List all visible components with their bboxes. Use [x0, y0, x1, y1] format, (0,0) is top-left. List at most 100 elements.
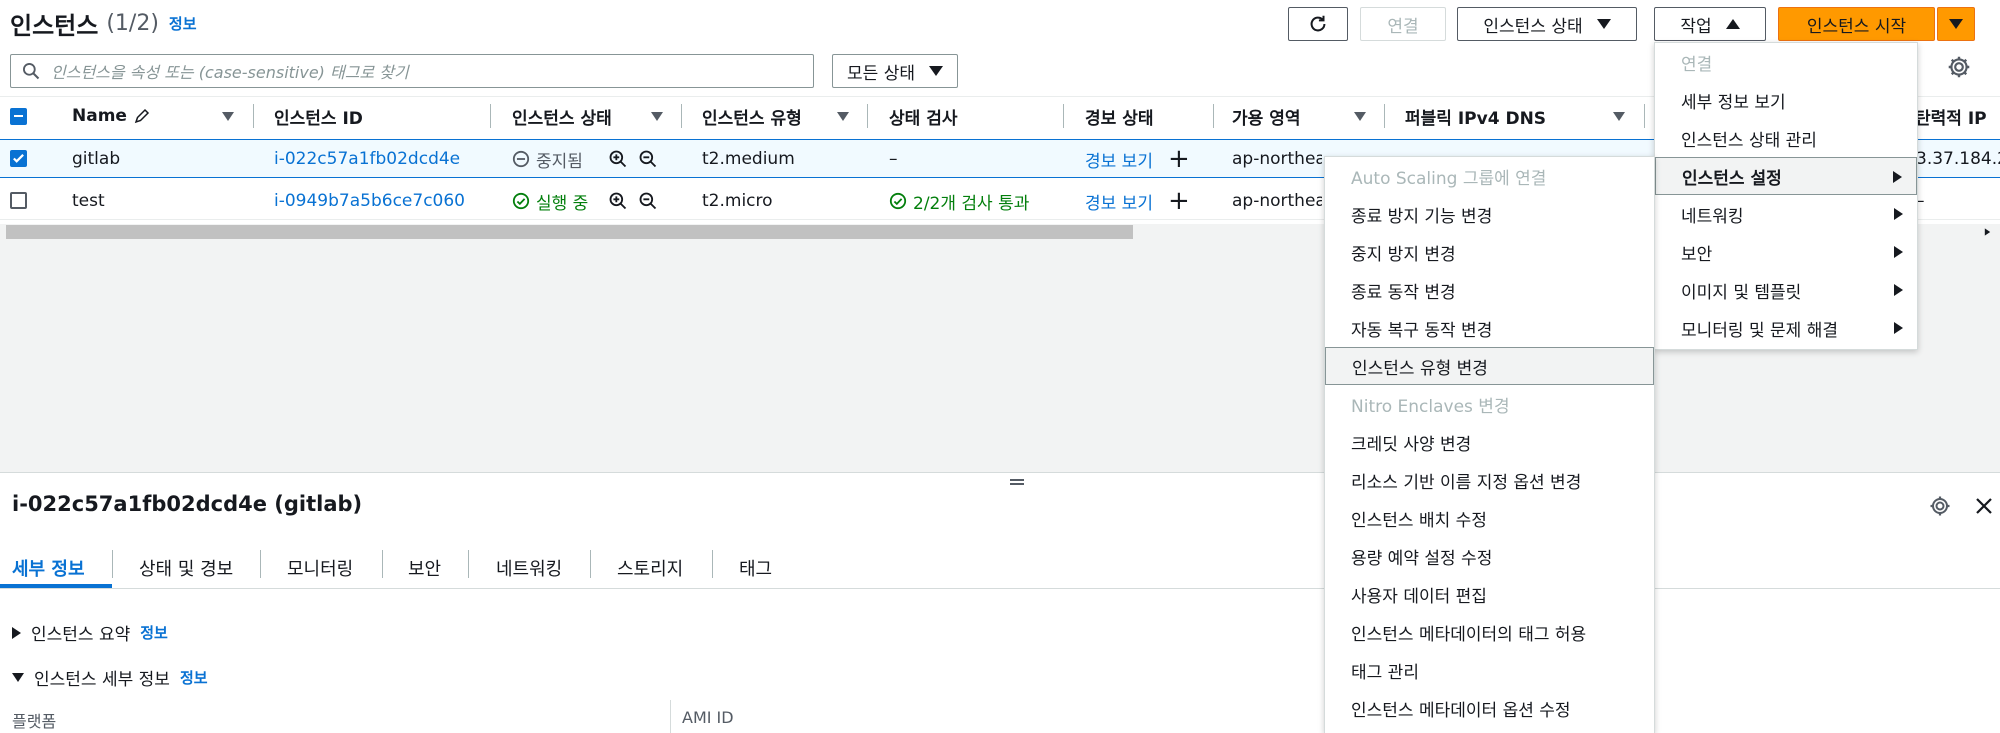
row-status-check: –: [889, 149, 898, 169]
menu-item-view-details[interactable]: 세부 정보 보기: [1655, 81, 1917, 119]
settings-gear-icon[interactable]: [1928, 494, 1952, 518]
zoom-out-icon[interactable]: [638, 191, 658, 211]
add-alarm-icon[interactable]: +: [1168, 188, 1190, 214]
submenu-item-auto-recovery[interactable]: 자동 복구 동작 변경: [1325, 309, 1654, 347]
instance-state-label: 인스턴스 상태: [1483, 16, 1583, 37]
row-availability-zone: ap-northeast-2a: [1232, 149, 1322, 169]
launch-dropdown-button[interactable]: [1937, 7, 1975, 41]
menu-item-manage-state[interactable]: 인스턴스 상태 관리: [1655, 119, 1917, 157]
info-link[interactable]: 정보: [180, 667, 208, 688]
refresh-icon: [1310, 15, 1326, 32]
caret-down-icon: [12, 673, 24, 682]
row-elastic-ip: 3.37.184.2: [1916, 149, 2000, 169]
submenu-item-asg[interactable]: Auto Scaling 그룹에 연결: [1325, 157, 1654, 195]
submenu-item-resource-naming[interactable]: 리소스 기반 이름 지정 옵션 변경: [1325, 461, 1654, 499]
column-header-availability-zone[interactable]: 가용 영역: [1232, 96, 1300, 136]
launch-instance-label: 인스턴스 시작: [1806, 16, 1907, 37]
section-instance-details[interactable]: 인스턴스 세부 정보 정보: [12, 665, 208, 690]
menu-item-images-templates[interactable]: 이미지 및 템플릿: [1655, 271, 1917, 309]
row-checkbox[interactable]: [10, 192, 27, 209]
info-link[interactable]: 정보: [140, 622, 168, 643]
split-panel-handle[interactable]: [0, 472, 2000, 485]
column-header-instance-type[interactable]: 인스턴스 유형: [702, 96, 802, 136]
row-instance-type: t2.micro: [702, 191, 773, 211]
column-header-public-dns[interactable]: 퍼블릭 IPv4 DNS: [1405, 96, 1546, 136]
column-header-elastic-ip[interactable]: 탄력적 IP: [1915, 96, 1987, 136]
preferences-gear-icon[interactable]: [1946, 54, 1972, 80]
add-alarm-icon[interactable]: +: [1168, 146, 1190, 172]
submenu-item-placement[interactable]: 인스턴스 배치 수정: [1325, 499, 1654, 537]
filter-icon[interactable]: [651, 112, 663, 121]
row-instance-id-link[interactable]: i-022c57a1fb02dcd4e: [274, 148, 460, 170]
check-circle-icon: [512, 192, 530, 210]
submenu-item-nitro-enclaves[interactable]: Nitro Enclaves 변경: [1325, 385, 1654, 423]
scrollbar-thumb[interactable]: [6, 225, 1133, 239]
chevron-up-icon: [1725, 19, 1740, 29]
submenu-arrow-icon: [1893, 171, 1902, 183]
menu-item-connect[interactable]: 연결: [1655, 43, 1917, 81]
scroll-right-icon[interactable]: [1984, 228, 1991, 236]
submenu-item-stop-protection[interactable]: 중지 방지 변경: [1325, 233, 1654, 271]
search-input[interactable]: 인스턴스을 속성 또는 (case-sensitive) 태그로 찾기: [10, 54, 814, 88]
menu-item-security[interactable]: 보안: [1655, 233, 1917, 271]
section-instance-summary[interactable]: 인스턴스 요약 정보: [12, 620, 168, 645]
tab-security[interactable]: 보안: [408, 548, 441, 588]
submenu-arrow-icon: [1894, 284, 1903, 296]
detail-title: i-022c57a1fb02dcd4e (gitlab): [12, 492, 363, 516]
select-all-checkbox[interactable]: [10, 108, 27, 125]
submenu-item-manage-tags[interactable]: 태그 관리: [1325, 651, 1654, 689]
tab-details[interactable]: 세부 정보: [12, 548, 85, 588]
filter-icon[interactable]: [1354, 112, 1366, 121]
caret-right-icon: [12, 626, 21, 639]
zoom-in-icon[interactable]: [608, 191, 628, 211]
chevron-down-icon: [1949, 19, 1963, 29]
menu-item-networking[interactable]: 네트워킹: [1655, 195, 1917, 233]
tab-tags[interactable]: 태그: [739, 548, 772, 588]
field-label-ami-id: AMI ID: [682, 708, 734, 727]
menu-item-monitoring[interactable]: 모니터링 및 문제 해결: [1655, 309, 1917, 347]
actions-button[interactable]: 작업: [1654, 7, 1766, 41]
connect-button[interactable]: 연결: [1360, 7, 1446, 41]
row-view-alarms-link[interactable]: 경보 보기: [1085, 148, 1153, 172]
instance-state-button[interactable]: 인스턴스 상태: [1457, 7, 1637, 41]
filter-icon[interactable]: [837, 112, 849, 121]
filter-icon[interactable]: [1613, 112, 1625, 121]
filter-icon[interactable]: [222, 112, 234, 121]
tab-storage[interactable]: 스토리지: [617, 548, 683, 588]
submenu-item-credit-spec[interactable]: 크레딧 사양 변경: [1325, 423, 1654, 461]
row-name: test: [72, 191, 105, 211]
submenu-item-termination-protection[interactable]: 종료 방지 기능 변경: [1325, 195, 1654, 233]
zoom-out-icon[interactable]: [638, 149, 658, 169]
field-divider: [670, 700, 671, 733]
instance-settings-submenu: Auto Scaling 그룹에 연결 종료 방지 기능 변경 중지 방지 변경…: [1324, 156, 1655, 733]
refresh-button[interactable]: [1288, 7, 1348, 41]
chevron-down-icon: [928, 66, 943, 76]
submenu-item-capacity-reservation[interactable]: 용량 예약 설정 수정: [1325, 537, 1654, 575]
row-name: gitlab: [72, 149, 121, 169]
state-filter-select[interactable]: 모든 상태: [832, 54, 958, 88]
row-instance-id-link[interactable]: i-0949b7a5b6ce7c060: [274, 190, 465, 212]
row-view-alarms-link[interactable]: 경보 보기: [1085, 190, 1153, 214]
column-header-alarm-status[interactable]: 경보 상태: [1085, 96, 1153, 136]
close-icon[interactable]: [1974, 496, 1994, 516]
info-link[interactable]: 정보: [169, 13, 197, 34]
tabs-divider: [0, 588, 2000, 589]
check-circle-icon: [889, 192, 907, 210]
tab-status-alarms[interactable]: 상태 및 경보: [139, 548, 233, 588]
submenu-item-metadata-options[interactable]: 인스턴스 메타데이터 옵션 수정: [1325, 689, 1654, 727]
row-checkbox[interactable]: [10, 150, 27, 167]
submenu-item-shutdown-behavior[interactable]: 종료 동작 변경: [1325, 271, 1654, 309]
column-header-instance-state[interactable]: 인스턴스 상태: [512, 96, 612, 136]
submenu-item-metadata-tags[interactable]: 인스턴스 메타데이터의 태그 허용: [1325, 613, 1654, 651]
tab-networking[interactable]: 네트워킹: [496, 548, 562, 588]
submenu-item-user-data[interactable]: 사용자 데이터 편집: [1325, 575, 1654, 613]
zoom-in-icon[interactable]: [608, 149, 628, 169]
submenu-item-change-instance-type[interactable]: 인스턴스 유형 변경: [1325, 347, 1654, 385]
column-header-status-check[interactable]: 상태 검사: [889, 96, 957, 136]
tab-monitoring[interactable]: 모니터링: [287, 548, 353, 588]
menu-item-instance-settings[interactable]: 인스턴스 설정: [1655, 157, 1917, 195]
field-label-platform: 플랫폼: [12, 712, 57, 731]
column-header-instance-id[interactable]: 인스턴스 ID: [274, 96, 363, 136]
column-header-name[interactable]: Name: [72, 96, 151, 136]
launch-instance-button[interactable]: 인스턴스 시작: [1778, 7, 1935, 41]
